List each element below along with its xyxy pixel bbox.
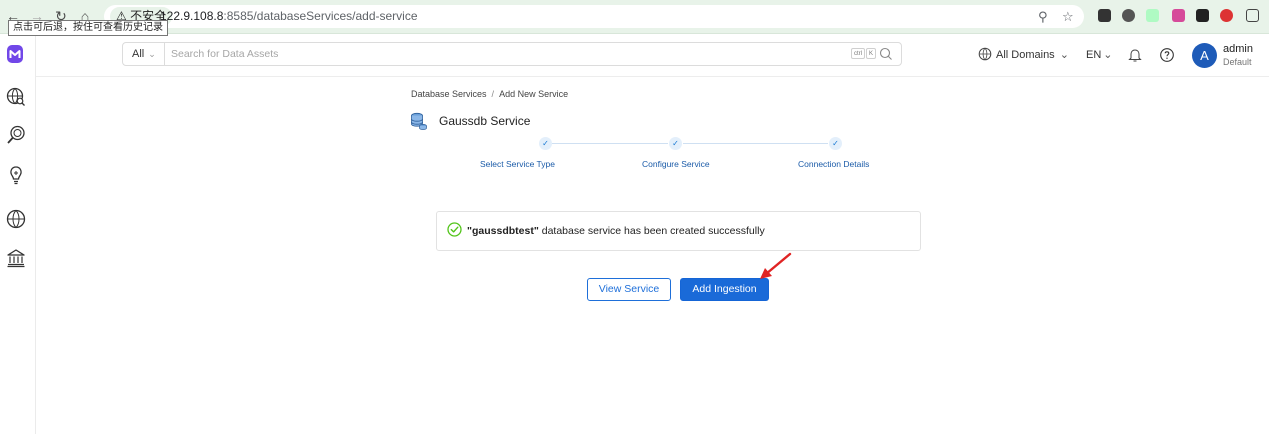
breadcrumb-separator: / xyxy=(491,89,495,99)
database-service-icon xyxy=(411,112,427,130)
domain-selector[interactable]: All Domains ⌄ xyxy=(978,47,1069,63)
extensions-puzzle-icon[interactable] xyxy=(1246,9,1259,22)
browser-toolbar: ← → ↻ ⌂ ⚠ 不安全 122.9.108.8:8585/databaseS… xyxy=(0,0,1269,34)
step-label-select-service-type: Select Service Type xyxy=(480,159,555,169)
insights-icon[interactable] xyxy=(5,164,27,186)
globe-icon xyxy=(978,47,992,61)
search-input[interactable] xyxy=(171,44,811,64)
explore-icon[interactable] xyxy=(5,86,27,108)
extension-icon-6[interactable] xyxy=(1220,9,1233,22)
search-scope-label: All xyxy=(132,48,145,60)
shortcut-ctrl-key: ctrl xyxy=(851,48,865,59)
view-service-button[interactable]: View Service xyxy=(587,278,671,301)
success-check-icon xyxy=(447,222,462,237)
url-host: 122.9.108.8 xyxy=(160,9,224,23)
user-role: Default xyxy=(1223,57,1252,67)
url-text[interactable]: 122.9.108.8:8585/databaseServices/add-se… xyxy=(160,5,418,28)
step-label-configure-service: Configure Service xyxy=(642,159,710,169)
success-message: database service has been created succes… xyxy=(538,225,765,237)
extension-icon-1[interactable] xyxy=(1098,9,1111,22)
user-name[interactable]: admin xyxy=(1223,43,1253,55)
key-icon[interactable]: ⚲ xyxy=(1038,8,1048,25)
chevron-down-icon: ⌄ xyxy=(1103,49,1113,61)
search-scope-select[interactable]: All ⌄ xyxy=(123,43,165,65)
help-icon[interactable] xyxy=(1159,47,1175,63)
global-search: All⌄ ctrl K xyxy=(122,42,902,66)
annotation-arrow-icon xyxy=(760,252,792,279)
domains-label: All Domains xyxy=(996,49,1055,61)
extension-icon-2[interactable] xyxy=(1122,9,1135,22)
chevron-down-icon: ⌄ xyxy=(1059,49,1069,61)
extension-icon-5[interactable] xyxy=(1196,9,1209,22)
service-title: Gaussdb Service xyxy=(439,114,531,128)
success-text: "gaussdbtest" database service has been … xyxy=(467,225,765,237)
step-check-icon: ✓ xyxy=(539,137,552,150)
app-header: All⌄ ctrl K All Domains⌄ EN⌄ A admin Def… xyxy=(36,34,1269,77)
success-message-card: "gaussdbtest" database service has been … xyxy=(436,211,921,251)
breadcrumb-database-services[interactable]: Database Services xyxy=(411,89,487,99)
notification-bell-icon[interactable] xyxy=(1127,47,1143,63)
stepper-connector xyxy=(552,143,668,144)
stepper-connector xyxy=(683,143,828,144)
left-sidebar xyxy=(0,34,36,434)
shortcut-k-key: K xyxy=(866,48,877,59)
language-selector[interactable]: EN ⌄ xyxy=(1086,48,1113,62)
governance-icon[interactable] xyxy=(5,247,27,269)
step-check-icon: ✓ xyxy=(829,137,842,150)
domains-globe-icon[interactable] xyxy=(5,208,27,230)
back-tooltip: 点击可后退，按住可查看历史记录 xyxy=(8,20,168,36)
breadcrumb-current: Add New Service xyxy=(499,89,569,99)
data-quality-icon[interactable] xyxy=(5,124,27,146)
url-path: :8585/databaseServices/add-service xyxy=(223,9,418,23)
breadcrumb: Database Services / Add New Service xyxy=(411,89,568,99)
service-name: "gaussdbtest" xyxy=(467,225,539,237)
language-label: EN xyxy=(1086,49,1102,61)
chevron-down-icon: ⌄ xyxy=(148,49,156,59)
star-icon[interactable]: ☆ xyxy=(1062,8,1074,25)
search-icon[interactable] xyxy=(879,47,893,61)
avatar[interactable]: A xyxy=(1192,43,1217,68)
openmetadata-logo-icon[interactable] xyxy=(6,44,24,64)
extension-icon-3[interactable] xyxy=(1146,9,1159,22)
step-label-connection-details: Connection Details xyxy=(798,159,870,169)
extension-icon-4[interactable] xyxy=(1172,9,1185,22)
address-bar[interactable]: ⚠ 不安全 122.9.108.8:8585/databaseServices/… xyxy=(104,5,1084,28)
step-check-icon: ✓ xyxy=(669,137,682,150)
